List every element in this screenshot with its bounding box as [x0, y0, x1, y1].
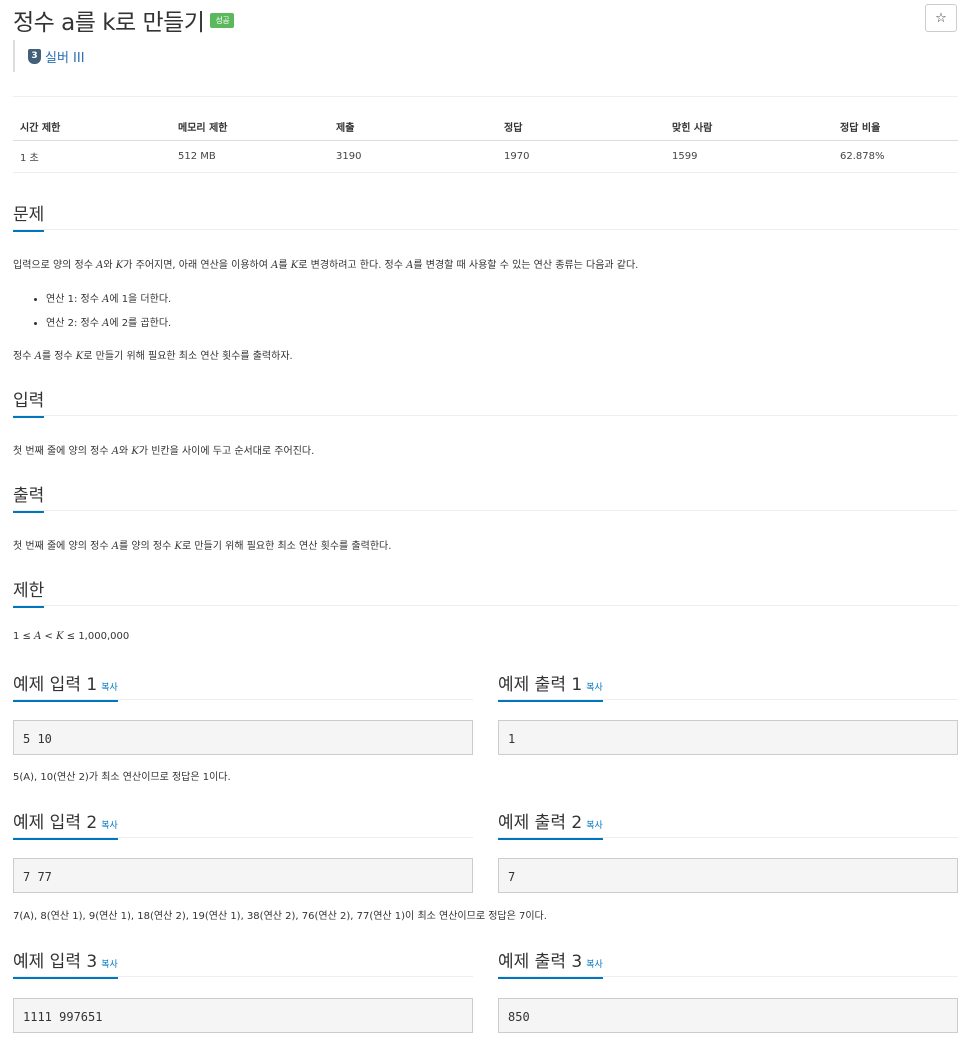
sample-output-2[interactable]: 7: [498, 858, 958, 893]
tier-link[interactable]: 3 실버 III: [13, 40, 85, 72]
sample-output-1[interactable]: 1: [498, 720, 958, 755]
header-solved-users: 맞힌 사람: [665, 113, 833, 141]
copy-sample-input-1-button[interactable]: 복사: [101, 683, 118, 693]
sample-output-1-header: 예제 출력 1 복사: [498, 670, 958, 702]
header-submissions: 제출: [329, 113, 497, 141]
problem-title: 정수 a를 k로 만들기: [13, 10, 205, 36]
star-icon: ☆: [935, 10, 947, 26]
limit-description: 1 ≤ A < K ≤ 1,000,000: [13, 631, 130, 642]
memory-limit-value: 512 MB: [171, 140, 329, 173]
header-accept-ratio: 정답 비율: [833, 113, 958, 141]
limit-section-header: 제한: [13, 576, 958, 608]
copy-sample-output-1-button[interactable]: 복사: [586, 683, 603, 693]
table-header-row: 시간 제한 메모리 제한 제출 정답 맞힌 사람 정답 비율: [13, 113, 958, 141]
copy-sample-input-2-button[interactable]: 복사: [101, 821, 118, 831]
favorite-star-button[interactable]: ☆: [925, 4, 957, 32]
table-row: 1 초 512 MB 3190 1970 1599 62.878%: [13, 140, 958, 173]
sample-input-3-title: 예제 입력 3: [13, 952, 98, 972]
sample-input-3[interactable]: 1111 997651: [13, 998, 473, 1033]
section-title-output: 출력: [13, 481, 45, 513]
silver-tier-icon: 3: [28, 48, 41, 64]
sample-output-3-header: 예제 출력 3 복사: [498, 947, 958, 979]
section-title-input: 입력: [13, 386, 45, 418]
copy-sample-input-3-button[interactable]: 복사: [101, 960, 118, 970]
copy-sample-output-3-button[interactable]: 복사: [586, 960, 603, 970]
sample-input-1-header: 예제 입력 1 복사: [13, 670, 473, 702]
sample-input-1-title: 예제 입력 1: [13, 675, 98, 695]
list-item: 연산 1: 정수 A에 1을 더한다.: [46, 288, 171, 312]
divider: [13, 96, 958, 97]
section-title-limit: 제한: [13, 576, 45, 608]
sample-output-2-title: 예제 출력 2: [498, 813, 583, 833]
section-title-problem: 문제: [13, 200, 45, 232]
problem-section-header: 문제: [13, 200, 958, 232]
status-badge: 성공: [210, 13, 235, 28]
input-description: 첫 번째 줄에 양의 정수 A와 K가 빈칸을 사이에 두고 순서대로 주어진다…: [13, 446, 315, 457]
accept-ratio-value: 62.878%: [833, 140, 958, 173]
header-accepted: 정답: [497, 113, 665, 141]
problem-description: 입력으로 양의 정수 A와 K가 주어지면, 아래 연산을 이용하여 A를 K로…: [13, 260, 639, 271]
page-title: 정수 a를 k로 만들기 성공: [13, 3, 235, 37]
input-section-header: 입력: [13, 386, 958, 418]
tier-label: 실버 III: [45, 50, 85, 66]
output-section-header: 출력: [13, 481, 958, 513]
list-item: 연산 2: 정수 A에 2를 곱한다.: [46, 312, 171, 336]
sample-1-explanation: 5(A), 10(연산 2)가 최소 연산이므로 정답은 1이다.: [13, 772, 231, 783]
sample-output-2-header: 예제 출력 2 복사: [498, 808, 958, 840]
sample-input-2[interactable]: 7 77: [13, 858, 473, 893]
sample-input-3-header: 예제 입력 3 복사: [13, 947, 473, 979]
output-description: 첫 번째 줄에 양의 정수 A를 양의 정수 K로 만들기 위해 필요한 최소 …: [13, 541, 392, 552]
sample-output-1-title: 예제 출력 1: [498, 675, 583, 695]
time-limit-value: 1 초: [13, 140, 171, 173]
sample-input-2-header: 예제 입력 2 복사: [13, 808, 473, 840]
operation-list: 연산 1: 정수 A에 1을 더한다. 연산 2: 정수 A에 2를 곱한다.: [13, 288, 171, 336]
header-memory-limit: 메모리 제한: [171, 113, 329, 141]
sample-output-3-title: 예제 출력 3: [498, 952, 583, 972]
accepted-value: 1970: [497, 140, 665, 173]
problem-info-table: 시간 제한 메모리 제한 제출 정답 맞힌 사람 정답 비율 1 초 512 M…: [13, 113, 958, 173]
header-time-limit: 시간 제한: [13, 113, 171, 141]
submissions-value: 3190: [329, 140, 497, 173]
sample-2-explanation: 7(A), 8(연산 1), 9(연산 1), 18(연산 2), 19(연산 …: [13, 911, 547, 922]
solved-users-value: 1599: [665, 140, 833, 173]
problem-goal: 정수 A를 정수 K로 만들기 위해 필요한 최소 연산 횟수를 출력하자.: [13, 351, 293, 362]
copy-sample-output-2-button[interactable]: 복사: [586, 821, 603, 831]
sample-input-1[interactable]: 5 10: [13, 720, 473, 755]
sample-output-3[interactable]: 850: [498, 998, 958, 1033]
sample-input-2-title: 예제 입력 2: [13, 813, 98, 833]
